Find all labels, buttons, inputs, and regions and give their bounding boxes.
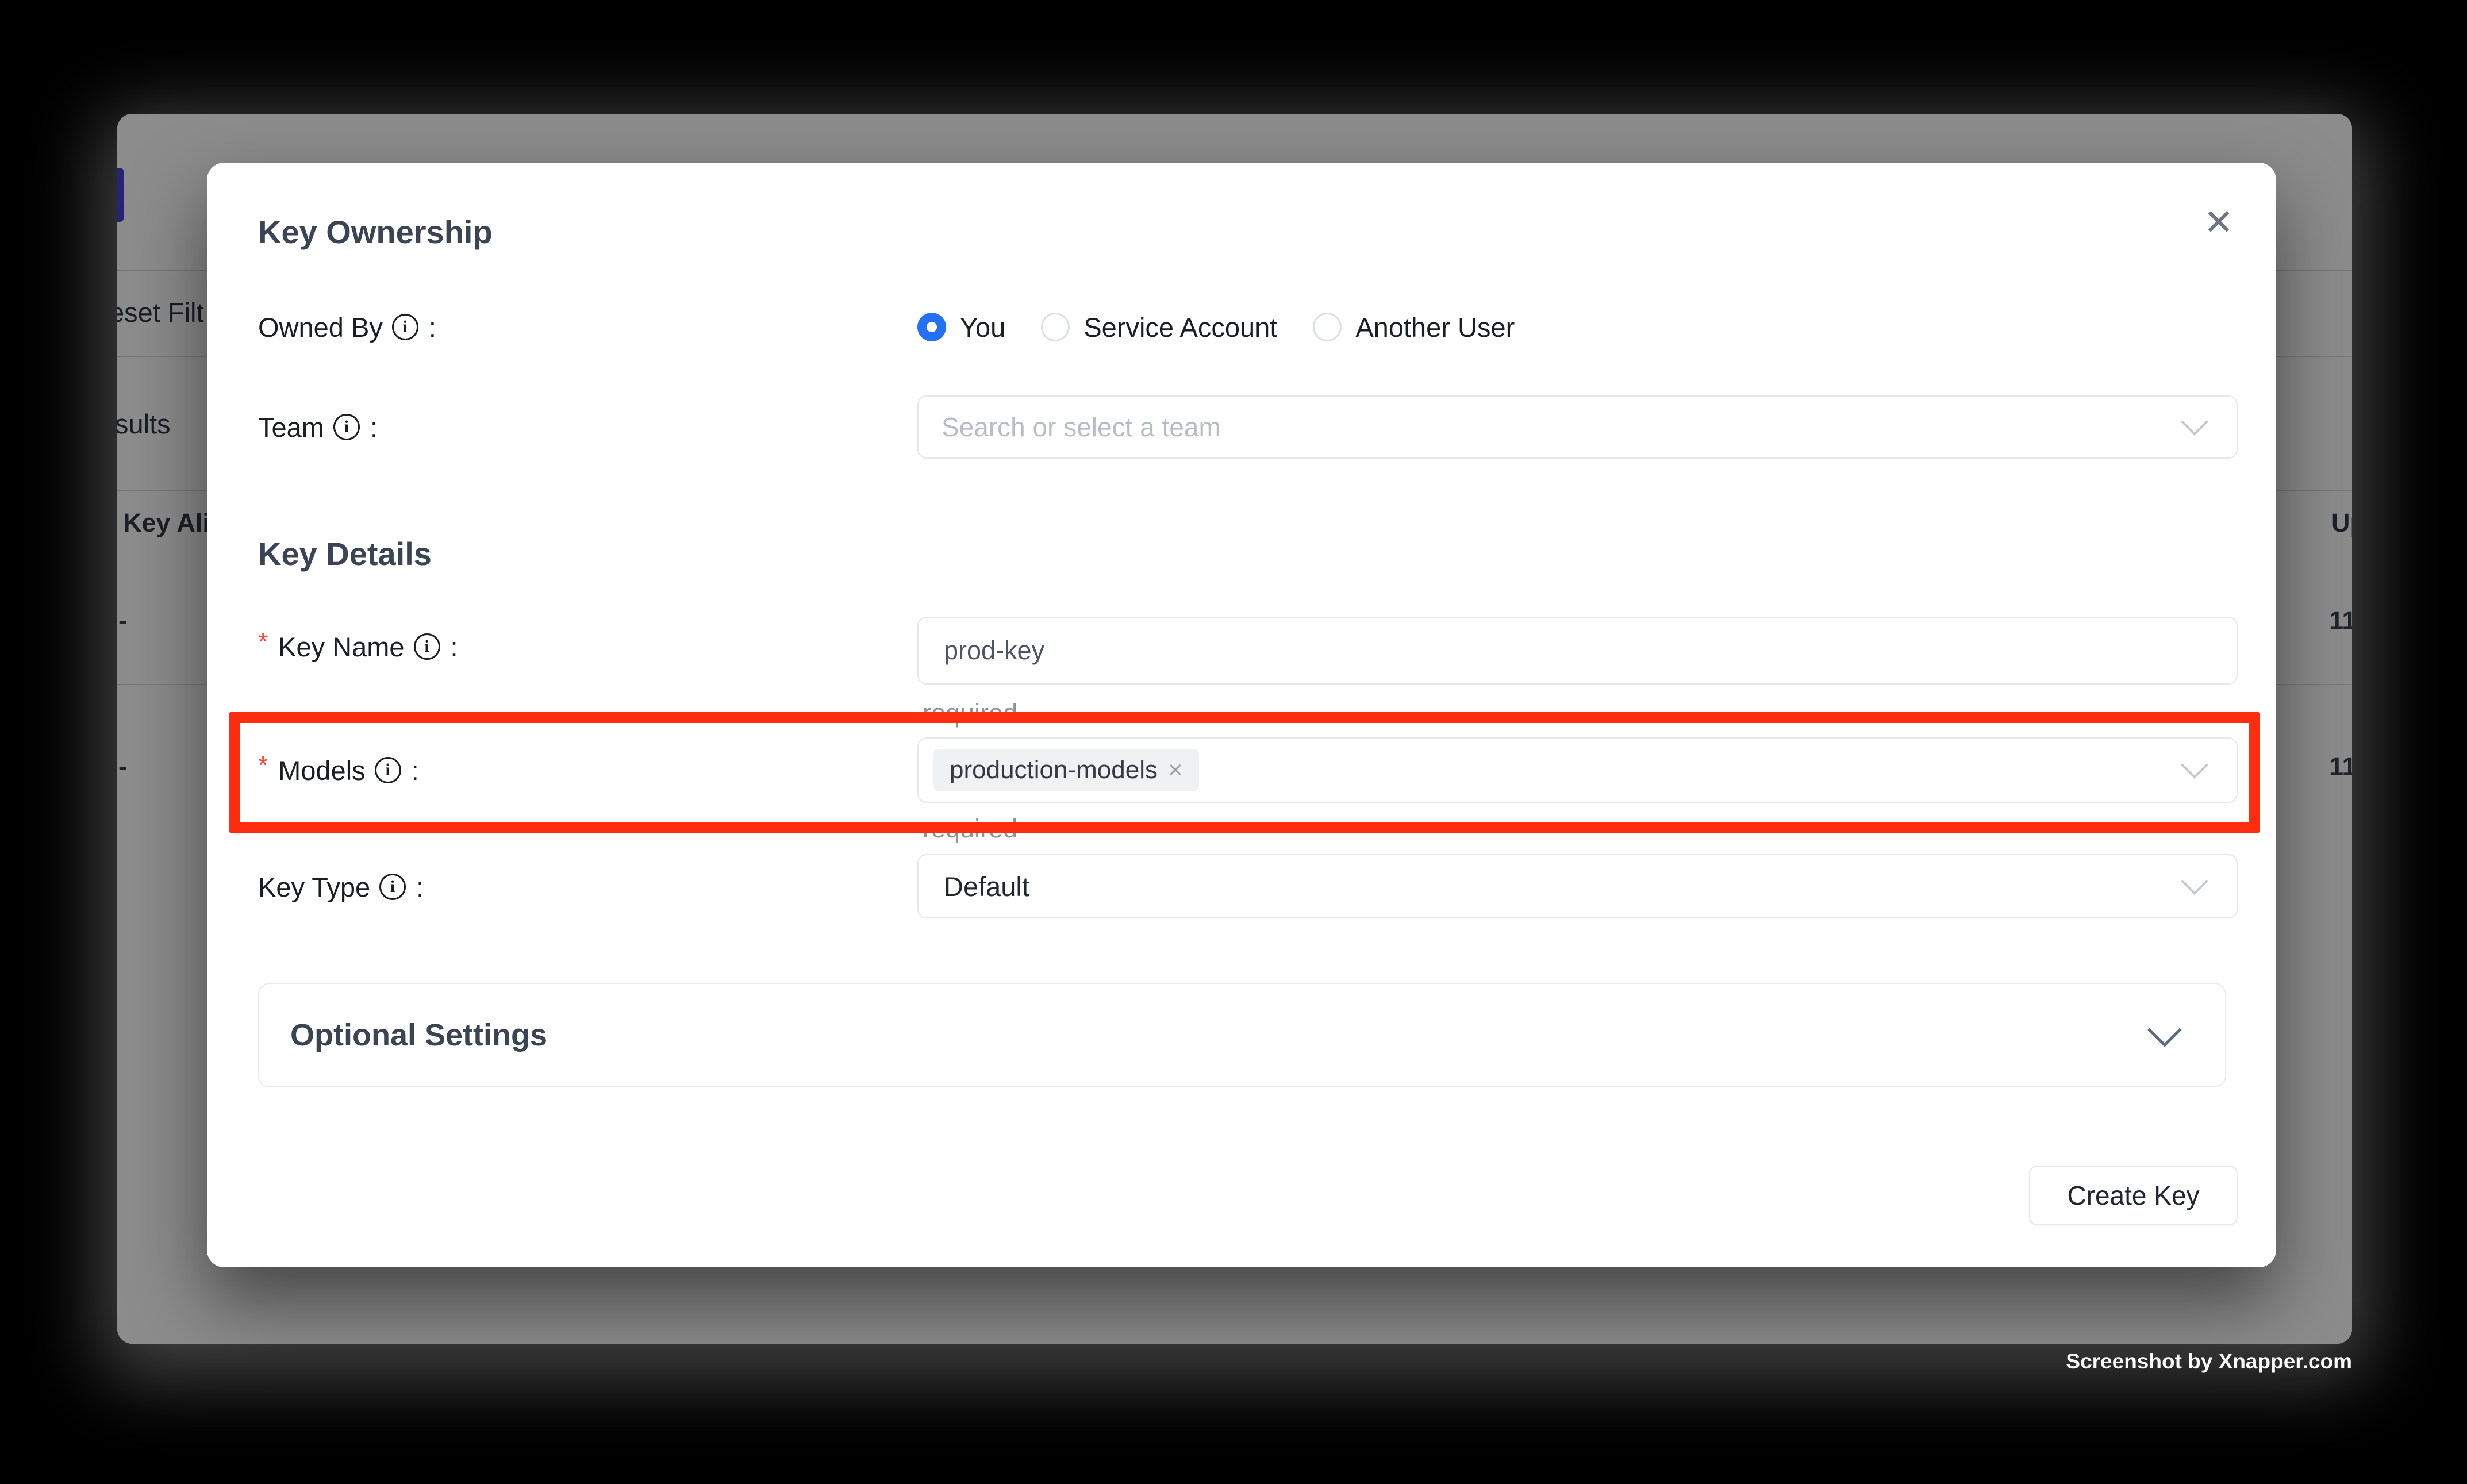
chevron-down-icon[interactable]: [2181, 408, 2208, 436]
radio-option-label[interactable]: You: [960, 312, 1005, 343]
team-select[interactable]: [917, 395, 2238, 459]
key-type-label: Key Type i :: [258, 871, 424, 903]
key-type-label-text: Key Type: [258, 871, 370, 903]
key-type-select[interactable]: Default: [917, 854, 2238, 918]
team-search-input[interactable]: [919, 412, 2105, 443]
key-type-selected-value: Default: [919, 871, 1029, 902]
radio-option-another-user[interactable]: Another User: [1313, 312, 1515, 343]
optional-settings-label: Optional Settings: [290, 1017, 547, 1053]
create-key-button[interactable]: Create Key: [2029, 1166, 2238, 1225]
radio-option-you[interactable]: You: [917, 312, 1005, 343]
key-name-label-text: Key Name: [278, 631, 404, 663]
radio-selected-icon[interactable]: [917, 313, 946, 341]
label-colon: :: [370, 412, 378, 443]
radio-unselected-icon[interactable]: [1313, 313, 1342, 341]
key-name-field[interactable]: [917, 617, 2238, 685]
modal-title: Key Ownership: [258, 213, 493, 251]
label-colon: :: [429, 312, 436, 343]
radio-unselected-icon[interactable]: [1041, 313, 1070, 341]
info-icon: i: [379, 874, 406, 900]
team-label: Team i :: [258, 411, 378, 443]
screenshot-stage: eset Filt sults Key Alia Up - 11/ - 11/ …: [0, 0, 2467, 1484]
chevron-down-icon[interactable]: [2181, 867, 2208, 895]
key-name-input[interactable]: [919, 636, 2105, 666]
label-colon: :: [451, 631, 458, 663]
radio-option-label[interactable]: Service Account: [1083, 312, 1277, 343]
info-icon: i: [333, 414, 360, 440]
annotation-highlight-box: [229, 712, 2260, 833]
label-colon: :: [416, 871, 424, 903]
info-icon: i: [414, 633, 440, 660]
owned-by-label-text: Owned By: [258, 312, 383, 343]
owned-by-label: Owned By i :: [258, 311, 436, 343]
key-name-label: * Key Name i :: [258, 630, 458, 663]
watermark-text: Screenshot by Xnapper.com: [2066, 1350, 2352, 1374]
info-icon: i: [392, 314, 418, 340]
radio-option-label[interactable]: Another User: [1355, 312, 1515, 343]
team-label-text: Team: [258, 412, 324, 443]
owned-by-radio-group: You Service Account Another User: [917, 311, 1515, 343]
radio-option-service-account[interactable]: Service Account: [1041, 312, 1277, 343]
close-icon[interactable]: ✕: [2190, 193, 2247, 251]
chevron-down-icon[interactable]: [2147, 1013, 2181, 1047]
key-details-heading: Key Details: [258, 535, 432, 572]
required-asterisk: *: [258, 628, 268, 656]
optional-settings-expander[interactable]: Optional Settings: [258, 983, 2226, 1087]
